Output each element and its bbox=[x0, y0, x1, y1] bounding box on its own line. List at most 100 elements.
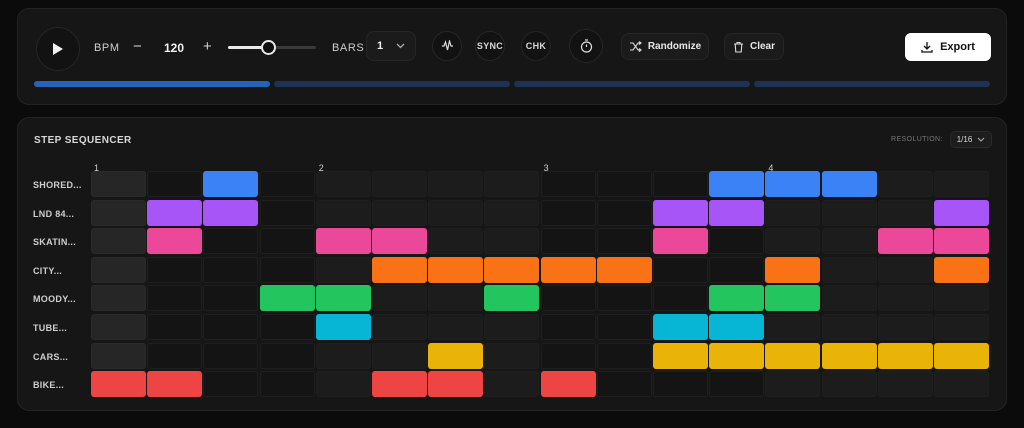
step-cell[interactable] bbox=[147, 314, 203, 340]
step-cell[interactable] bbox=[372, 314, 427, 340]
step-cell[interactable] bbox=[259, 314, 315, 340]
step-cell-active[interactable] bbox=[91, 371, 146, 398]
step-cell[interactable] bbox=[821, 371, 877, 398]
step-cell[interactable] bbox=[765, 314, 821, 340]
timer-button[interactable] bbox=[569, 29, 603, 63]
step-cell[interactable] bbox=[147, 342, 203, 369]
step-cell[interactable] bbox=[877, 285, 933, 312]
step-cell-active[interactable] bbox=[147, 199, 203, 226]
step-cell[interactable] bbox=[821, 285, 877, 312]
step-cell[interactable] bbox=[203, 314, 259, 340]
step-cell[interactable] bbox=[540, 342, 596, 369]
step-cell-active[interactable] bbox=[259, 285, 315, 312]
step-cell[interactable] bbox=[203, 285, 259, 312]
step-cell-active[interactable] bbox=[709, 199, 765, 226]
step-cell-active[interactable] bbox=[315, 228, 371, 255]
step-cell[interactable] bbox=[484, 342, 540, 369]
resolution-select[interactable]: 1/16 bbox=[950, 131, 992, 148]
clear-button[interactable]: Clear bbox=[724, 33, 784, 60]
step-cell[interactable] bbox=[428, 228, 484, 255]
step-cell-active[interactable] bbox=[934, 228, 989, 255]
step-cell[interactable] bbox=[147, 256, 203, 283]
step-cell[interactable] bbox=[203, 371, 259, 398]
step-cell-active[interactable] bbox=[709, 171, 765, 197]
step-cell[interactable] bbox=[428, 199, 484, 226]
step-cell-active[interactable] bbox=[540, 256, 596, 283]
waveform-button[interactable] bbox=[432, 31, 462, 61]
step-cell-active[interactable] bbox=[709, 285, 765, 312]
step-cell[interactable] bbox=[147, 285, 203, 312]
step-cell[interactable] bbox=[147, 171, 203, 197]
step-cell[interactable] bbox=[709, 371, 765, 398]
step-cell[interactable] bbox=[484, 199, 540, 226]
step-cell[interactable] bbox=[765, 371, 821, 398]
step-cell[interactable] bbox=[821, 256, 877, 283]
step-cell-active[interactable] bbox=[372, 228, 427, 255]
step-cell-active[interactable] bbox=[372, 256, 427, 283]
step-cell[interactable] bbox=[91, 228, 146, 255]
step-cell-active[interactable] bbox=[540, 371, 596, 398]
step-cell[interactable] bbox=[821, 199, 877, 226]
step-cell[interactable] bbox=[653, 285, 708, 312]
step-cell-active[interactable] bbox=[203, 199, 259, 226]
step-cell[interactable] bbox=[596, 228, 652, 255]
step-cell-active[interactable] bbox=[484, 285, 540, 312]
step-cell[interactable] bbox=[765, 199, 821, 226]
step-cell-active[interactable] bbox=[484, 256, 540, 283]
step-cell[interactable] bbox=[259, 228, 315, 255]
step-cell[interactable] bbox=[596, 199, 652, 226]
step-cell[interactable] bbox=[91, 256, 146, 283]
step-cell-active[interactable] bbox=[821, 342, 877, 369]
step-cell[interactable] bbox=[596, 314, 652, 340]
step-cell[interactable] bbox=[315, 171, 371, 197]
step-cell-active[interactable] bbox=[372, 371, 427, 398]
step-cell[interactable] bbox=[203, 342, 259, 369]
step-cell-active[interactable] bbox=[709, 314, 765, 340]
step-cell[interactable] bbox=[877, 371, 933, 398]
step-cell[interactable] bbox=[596, 371, 652, 398]
step-cell[interactable] bbox=[91, 171, 146, 197]
step-cell[interactable] bbox=[315, 199, 371, 226]
step-cell[interactable] bbox=[372, 171, 427, 197]
step-cell[interactable] bbox=[91, 342, 146, 369]
step-cell[interactable] bbox=[259, 199, 315, 226]
step-cell[interactable] bbox=[821, 314, 877, 340]
step-cell-active[interactable] bbox=[765, 342, 821, 369]
step-cell[interactable] bbox=[540, 171, 596, 197]
step-cell-active[interactable] bbox=[765, 285, 821, 312]
step-cell-active[interactable] bbox=[877, 228, 933, 255]
step-cell-active[interactable] bbox=[934, 256, 989, 283]
step-cell[interactable] bbox=[877, 256, 933, 283]
step-cell[interactable] bbox=[91, 285, 146, 312]
step-cell-active[interactable] bbox=[821, 171, 877, 197]
step-cell[interactable] bbox=[540, 285, 596, 312]
step-cell-active[interactable] bbox=[147, 228, 203, 255]
step-cell-active[interactable] bbox=[203, 171, 259, 197]
step-cell[interactable] bbox=[653, 371, 708, 398]
step-cell[interactable] bbox=[709, 256, 765, 283]
step-cell[interactable] bbox=[877, 171, 933, 197]
step-cell[interactable] bbox=[596, 342, 652, 369]
step-cell[interactable] bbox=[372, 285, 427, 312]
step-cell[interactable] bbox=[428, 171, 484, 197]
step-cell-active[interactable] bbox=[653, 314, 708, 340]
bpm-slider-thumb[interactable] bbox=[260, 40, 276, 55]
step-cell-active[interactable] bbox=[765, 256, 821, 283]
step-cell-active[interactable] bbox=[653, 199, 708, 226]
step-cell[interactable] bbox=[91, 314, 146, 340]
bpm-increment-button[interactable]: + bbox=[203, 38, 212, 55]
step-cell-active[interactable] bbox=[147, 371, 203, 398]
step-cell-active[interactable] bbox=[315, 314, 371, 340]
bars-select[interactable]: 1 bbox=[366, 31, 416, 61]
step-cell-active[interactable] bbox=[934, 199, 989, 226]
step-cell-active[interactable] bbox=[596, 256, 652, 283]
step-cell-active[interactable] bbox=[428, 371, 484, 398]
step-cell[interactable] bbox=[596, 171, 652, 197]
step-cell[interactable] bbox=[934, 171, 989, 197]
step-cell[interactable] bbox=[540, 199, 596, 226]
step-cell[interactable] bbox=[709, 228, 765, 255]
step-cell[interactable] bbox=[372, 342, 427, 369]
step-cell[interactable] bbox=[765, 228, 821, 255]
step-cell[interactable] bbox=[203, 256, 259, 283]
sync-button[interactable]: SYNC bbox=[475, 31, 505, 61]
